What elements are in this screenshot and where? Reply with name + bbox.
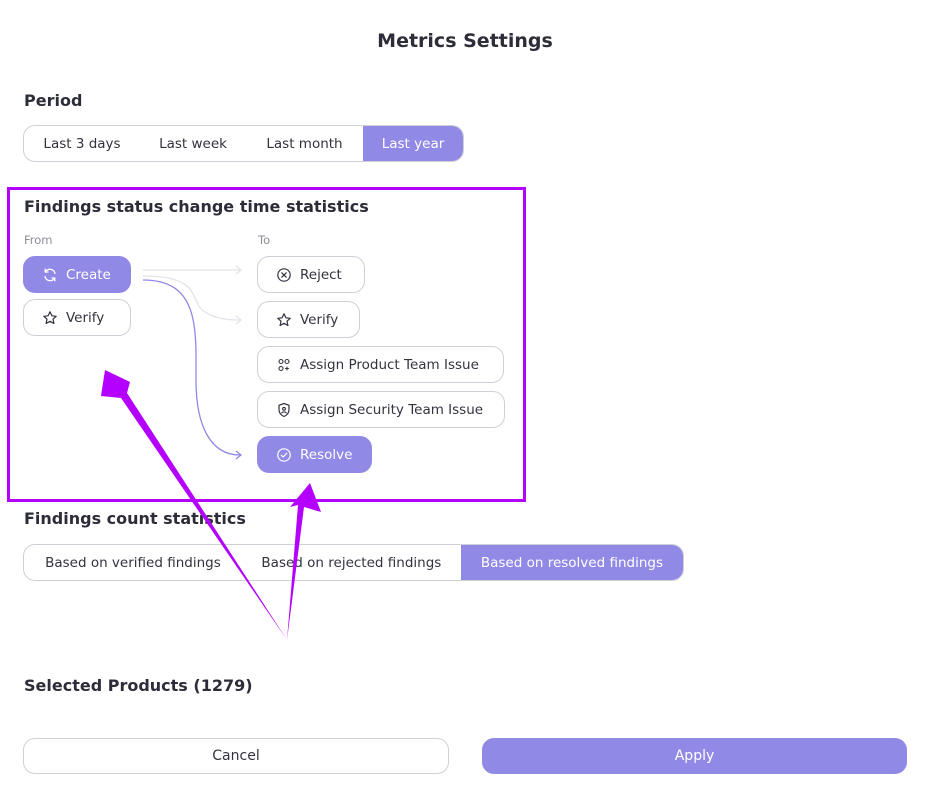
selected-products-label: Selected Products (1279) bbox=[24, 676, 253, 695]
check-circle-icon bbox=[277, 447, 291, 462]
to-assign-security-team-issue-button[interactable]: Assign Security Team Issue bbox=[257, 391, 505, 428]
star-icon bbox=[277, 312, 291, 326]
count-stats-selector: Based on verified findings Based on reje… bbox=[23, 544, 684, 581]
to-reject-button[interactable]: Reject bbox=[257, 256, 365, 293]
star-icon bbox=[43, 310, 57, 324]
from-create-button[interactable]: Create bbox=[23, 256, 131, 293]
team-icon bbox=[278, 358, 290, 371]
count-option-resolved[interactable]: Based on resolved findings bbox=[460, 545, 683, 580]
to-assign-product-team-issue-label: Assign Product Team Issue bbox=[300, 356, 479, 373]
cancel-button[interactable]: Cancel bbox=[23, 738, 449, 774]
to-resolve-button[interactable]: Resolve bbox=[257, 436, 372, 473]
to-reject-label: Reject bbox=[300, 266, 342, 283]
shield-user-icon bbox=[278, 402, 290, 417]
to-resolve-label: Resolve bbox=[300, 446, 353, 463]
metrics-settings-dialog: Metrics Settings Period Last 3 days Last… bbox=[0, 0, 936, 791]
from-verify-button[interactable]: Verify bbox=[23, 299, 131, 336]
from-create-label: Create bbox=[66, 266, 111, 283]
from-verify-label: Verify bbox=[66, 309, 105, 326]
count-option-verified[interactable]: Based on verified findings bbox=[24, 545, 242, 580]
to-assign-product-team-issue-button[interactable]: Assign Product Team Issue bbox=[257, 346, 504, 383]
to-verify-label: Verify bbox=[300, 311, 339, 328]
to-verify-button[interactable]: Verify bbox=[257, 301, 360, 338]
count-option-rejected[interactable]: Based on rejected findings bbox=[242, 545, 461, 580]
refresh-icon bbox=[44, 268, 56, 281]
x-circle-icon bbox=[277, 267, 291, 282]
count-stats-label: Findings count statistics bbox=[24, 509, 246, 528]
to-assign-security-team-issue-label: Assign Security Team Issue bbox=[300, 401, 484, 418]
apply-button[interactable]: Apply bbox=[482, 738, 907, 774]
